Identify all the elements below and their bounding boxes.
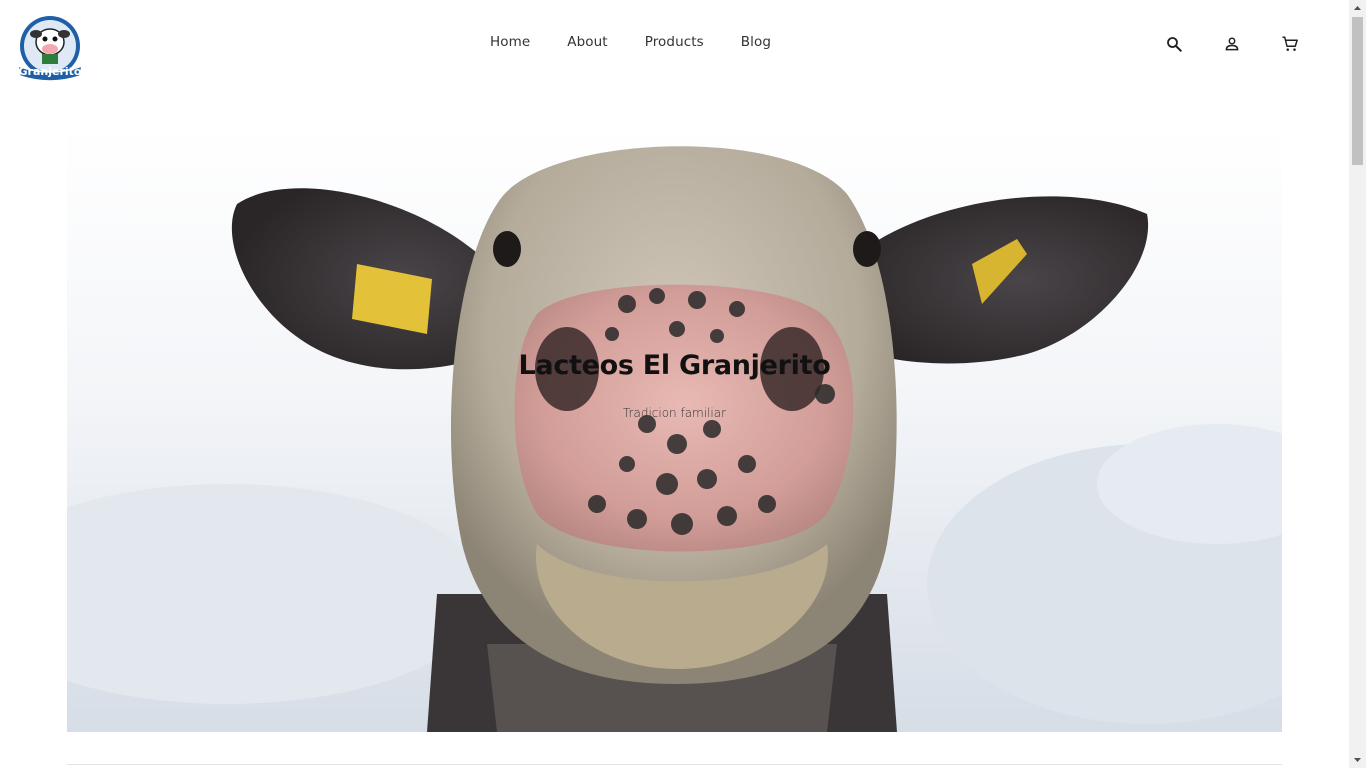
brand-logo[interactable]: Granjerito <box>14 14 86 84</box>
content-divider <box>67 764 1282 768</box>
site-header: Granjerito Home About Products Blog <box>0 0 1349 90</box>
scroll-up-arrow-icon[interactable] <box>1349 0 1366 17</box>
nav-about[interactable]: About <box>567 34 607 50</box>
hero-banner: Lacteos El Granjerito Tradicion familiar <box>67 124 1282 732</box>
scrollbar-thumb[interactable] <box>1352 17 1363 165</box>
header-actions <box>1164 34 1338 54</box>
main-nav: Home About Products Blog <box>490 34 808 50</box>
hero-title: Lacteos El Granjerito <box>518 350 831 381</box>
hero-subtitle: Tradicion familiar <box>622 406 727 420</box>
scroll-down-arrow-icon[interactable] <box>1349 751 1366 768</box>
page-scrollbar[interactable] <box>1349 0 1366 768</box>
nav-blog[interactable]: Blog <box>741 34 771 50</box>
brand-name: Granjerito <box>19 65 82 78</box>
nav-products[interactable]: Products <box>645 34 704 50</box>
search-icon[interactable] <box>1164 34 1184 54</box>
user-icon[interactable] <box>1222 34 1242 54</box>
cow-closeup-photo <box>67 124 1282 732</box>
cart-icon[interactable] <box>1280 34 1300 54</box>
nav-home[interactable]: Home <box>490 34 530 50</box>
